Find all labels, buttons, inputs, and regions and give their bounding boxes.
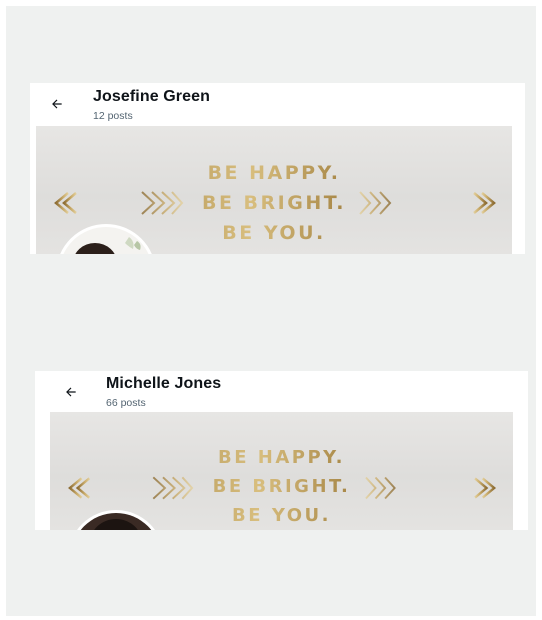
profile-banner[interactable]: BE HAPPY. BE BRIGHT. BE YOU.: [50, 412, 513, 530]
profile-card: Michelle Jones 66 posts BE HAPPY. BE BRI…: [35, 371, 528, 530]
banner-line: BE HAPPY.: [36, 158, 512, 188]
profile-name: Michelle Jones: [106, 375, 222, 392]
profile-card: Josefine Green 12 posts BE HAPPY. BE BRI…: [30, 83, 525, 254]
profile-header: Michelle Jones 66 posts: [35, 371, 528, 412]
gold-arrow-icon: [365, 476, 497, 500]
back-button[interactable]: [59, 380, 83, 404]
post-count: 12 posts: [93, 110, 133, 122]
arrow-left-icon: [66, 387, 76, 397]
back-button[interactable]: [45, 92, 69, 116]
post-count: 66 posts: [106, 397, 146, 409]
profile-banner[interactable]: BE HAPPY. BE BRIGHT. BE YOU.: [36, 126, 512, 254]
profile-header: Josefine Green 12 posts: [30, 83, 525, 126]
arrow-left-icon: [52, 99, 62, 109]
gold-arrow-icon: [359, 191, 496, 215]
banner-line: BE HAPPY.: [50, 443, 513, 472]
profile-name: Josefine Green: [93, 88, 211, 105]
